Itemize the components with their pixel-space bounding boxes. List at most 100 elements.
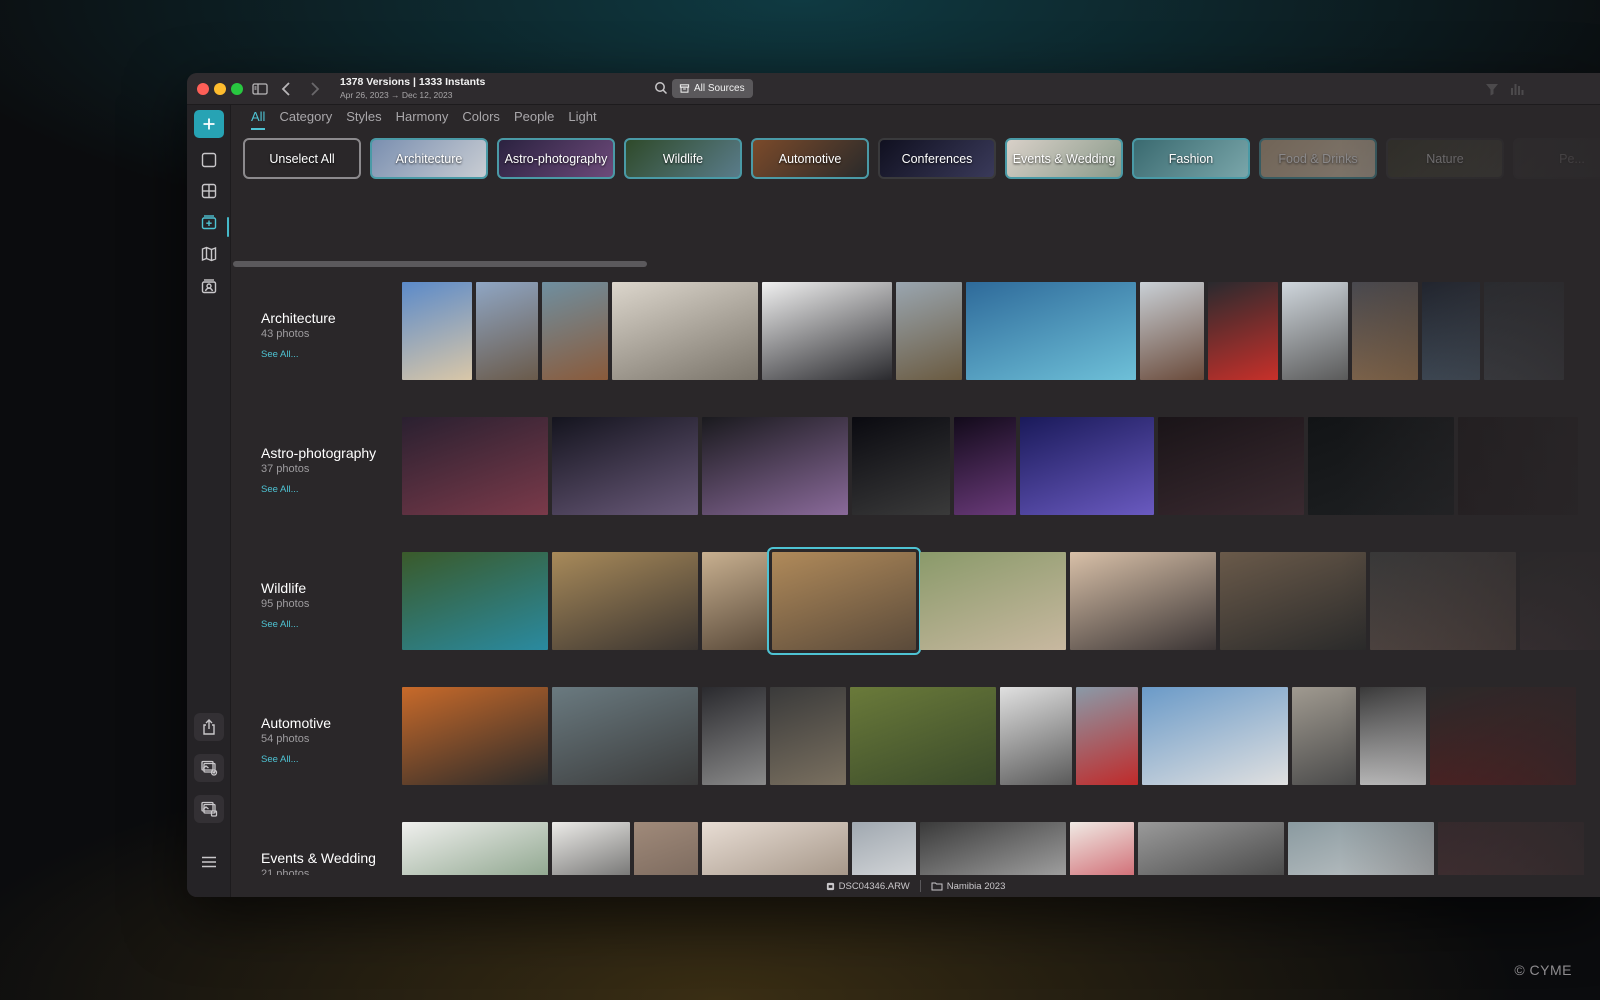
photo-thumbnail[interactable]: [402, 282, 472, 380]
chip-food-drinks[interactable]: Food & Drinks: [1259, 138, 1377, 179]
tab-colors[interactable]: Colors: [462, 109, 500, 130]
map-button[interactable]: [194, 240, 224, 268]
photo-thumbnail[interactable]: [702, 822, 848, 875]
photo-thumbnail[interactable]: [1282, 282, 1348, 380]
minimize-window-button[interactable]: [214, 83, 226, 95]
photo-thumbnail[interactable]: [402, 687, 548, 785]
photo-thumbnail[interactable]: [1422, 282, 1480, 380]
photo-thumbnail[interactable]: [896, 282, 962, 380]
chip-nature[interactable]: Nature: [1386, 138, 1504, 179]
share-button[interactable]: [194, 713, 224, 741]
tab-light[interactable]: Light: [568, 109, 596, 130]
photo-thumbnail[interactable]: [702, 417, 848, 515]
photo-thumbnail[interactable]: [1308, 417, 1454, 515]
chips-scrollbar[interactable]: [233, 261, 647, 267]
photo-thumbnail[interactable]: [552, 822, 630, 875]
search-icon[interactable]: [654, 81, 668, 95]
photo-thumbnail[interactable]: [1070, 822, 1134, 875]
photo-thumbnail[interactable]: [1158, 417, 1304, 515]
chip-fashion[interactable]: Fashion: [1132, 138, 1250, 179]
photo-thumbnail[interactable]: [1430, 687, 1576, 785]
photo-thumbnail[interactable]: [1000, 687, 1072, 785]
photo-thumbnail[interactable]: [1020, 417, 1154, 515]
import-photos-button[interactable]: [194, 754, 224, 782]
photo-thumbnail[interactable]: [1140, 282, 1204, 380]
photo-thumbnail[interactable]: [1292, 687, 1356, 785]
photo-thumbnail-selected[interactable]: [767, 547, 921, 655]
photo-thumbnail[interactable]: [920, 822, 1066, 875]
unselect-all-button[interactable]: Unselect All: [243, 138, 361, 179]
photo-thumbnail[interactable]: [920, 552, 1066, 650]
photo-thumbnail[interactable]: [1484, 282, 1564, 380]
photo-thumbnail[interactable]: [402, 417, 548, 515]
window-title: 1378 Versions | 1333 Instants: [340, 76, 486, 88]
photo-thumbnail[interactable]: [852, 417, 950, 515]
tab-people[interactable]: People: [514, 109, 554, 130]
photo-thumbnail[interactable]: [1138, 822, 1284, 875]
photo-thumbnail[interactable]: [476, 282, 538, 380]
add-photos-button[interactable]: [194, 795, 224, 823]
photo-thumbnail[interactable]: [954, 417, 1016, 515]
collections-button[interactable]: [194, 208, 224, 236]
chip-conferences[interactable]: Conferences: [878, 138, 996, 179]
see-all-link[interactable]: See All...: [261, 349, 401, 360]
photo-thumbnail[interactable]: [702, 552, 768, 650]
chip-architecture[interactable]: Architecture: [370, 138, 488, 179]
status-folder[interactable]: Namibia 2023: [931, 881, 1005, 892]
people-button[interactable]: [194, 272, 224, 300]
back-icon[interactable]: [277, 79, 297, 99]
see-all-link[interactable]: See All...: [261, 619, 401, 630]
see-all-link[interactable]: See All...: [261, 484, 401, 495]
tab-styles[interactable]: Styles: [346, 109, 381, 130]
photo-thumbnail[interactable]: [1208, 282, 1278, 380]
photo-thumbnail[interactable]: [702, 687, 766, 785]
photo-thumbnail[interactable]: [1438, 822, 1584, 875]
photo-thumbnail[interactable]: [1458, 417, 1578, 515]
zoom-window-button[interactable]: [231, 83, 243, 95]
photo-thumbnail[interactable]: [850, 687, 996, 785]
photo-thumbnail[interactable]: [1220, 552, 1366, 650]
row-label: Automotive 54 photos See All...: [261, 715, 401, 765]
photo-thumbnail[interactable]: [1520, 552, 1600, 650]
photo-thumbnail[interactable]: [1370, 552, 1516, 650]
tab-category[interactable]: Category: [279, 109, 332, 130]
chip-astro-photography[interactable]: Astro-photography: [497, 138, 615, 179]
chip-events-wedding[interactable]: Events & Wedding: [1005, 138, 1123, 179]
photo-thumbnail[interactable]: [612, 282, 758, 380]
single-view-button[interactable]: [194, 146, 224, 174]
add-button[interactable]: [194, 110, 224, 138]
filter-icon[interactable]: [1484, 81, 1500, 97]
photo-thumbnail[interactable]: [1352, 282, 1418, 380]
photo-thumbnail[interactable]: [1288, 822, 1434, 875]
chip-pe[interactable]: Pe...: [1513, 138, 1600, 179]
close-window-button[interactable]: [197, 83, 209, 95]
photo-thumbnail[interactable]: [552, 552, 698, 650]
photo-thumbnail[interactable]: [762, 282, 892, 380]
histogram-icon[interactable]: [1509, 81, 1525, 97]
forward-icon[interactable]: [304, 79, 324, 99]
photo-thumbnail[interactable]: [1142, 687, 1288, 785]
photo-thumbnail[interactable]: [552, 417, 698, 515]
photo-thumbnail[interactable]: [852, 822, 916, 875]
grid-view-button[interactable]: [194, 177, 224, 205]
menu-button[interactable]: [194, 848, 224, 876]
photo-thumbnail[interactable]: [634, 822, 698, 875]
photo-thumbnail[interactable]: [966, 282, 1136, 380]
photo-thumbnail[interactable]: [1360, 687, 1426, 785]
photo-thumbnail[interactable]: [402, 822, 548, 875]
photo-thumbnail[interactable]: [1070, 552, 1216, 650]
chip-wildlife[interactable]: Wildlife: [624, 138, 742, 179]
photo-thumbnail[interactable]: [552, 687, 698, 785]
chip-automotive[interactable]: Automotive: [751, 138, 869, 179]
see-all-link[interactable]: See All...: [261, 754, 401, 765]
status-file[interactable]: DSC04346.ARW: [826, 881, 910, 892]
photo-thumbnail[interactable]: [1076, 687, 1138, 785]
sidebar-toggle-icon[interactable]: [250, 79, 270, 99]
tab-harmony[interactable]: Harmony: [396, 109, 449, 130]
all-sources-button[interactable]: All Sources: [672, 79, 753, 98]
photo-thumbnail[interactable]: [542, 282, 608, 380]
photo-thumbnail[interactable]: [770, 687, 846, 785]
row-label: Astro-photography 37 photos See All...: [261, 445, 401, 495]
photo-thumbnail[interactable]: [402, 552, 548, 650]
tab-all[interactable]: All: [251, 109, 266, 130]
